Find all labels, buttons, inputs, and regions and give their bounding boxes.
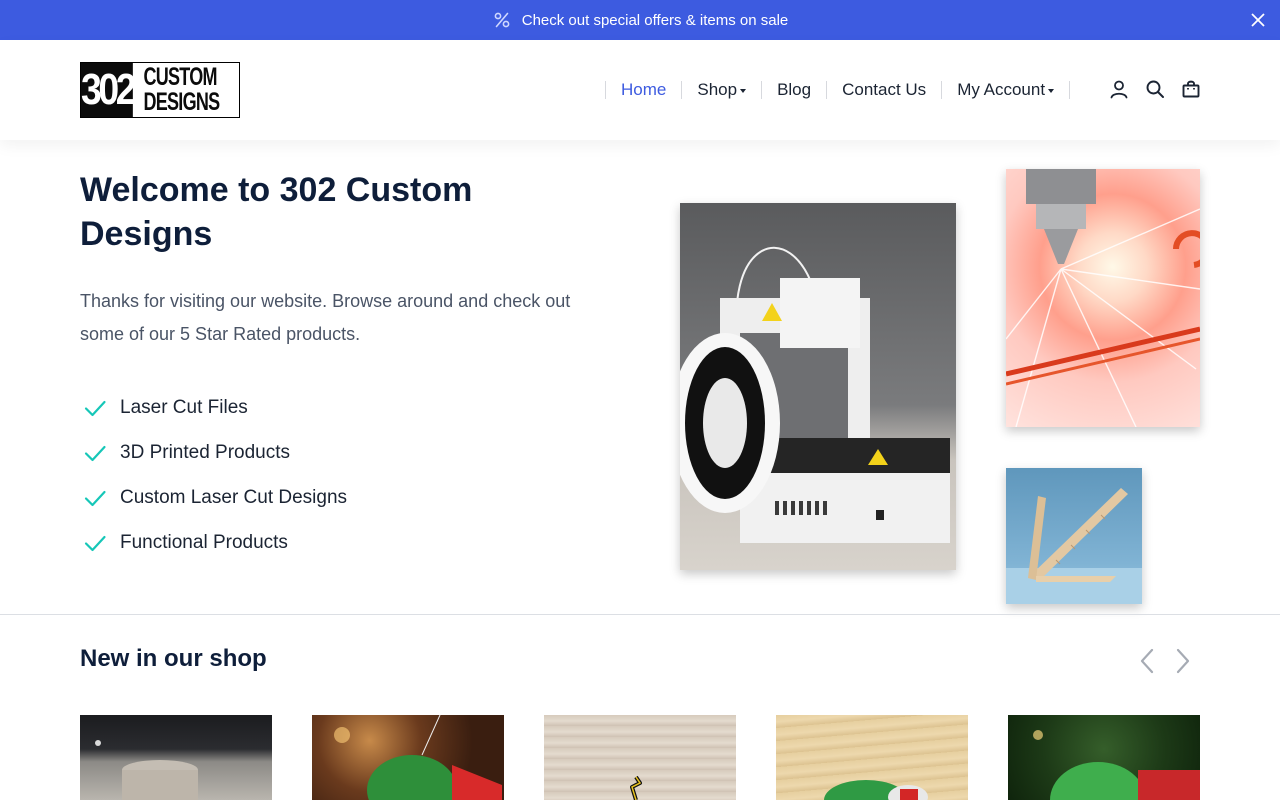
cart-icon[interactable] (1180, 78, 1202, 100)
site-logo[interactable]: 302 CUSTOM DESIGNS (80, 62, 240, 118)
feature-label: Laser Cut Files (120, 396, 248, 418)
nav-item-my-account[interactable]: My Account (941, 80, 1071, 99)
feature-list: Laser Cut Files 3D Printed Products Cust… (80, 385, 347, 565)
check-icon (80, 528, 110, 558)
caret-down-icon (740, 89, 747, 93)
feature-label: Custom Laser Cut Designs (120, 486, 348, 508)
logo-line-2: DESIGNS (143, 88, 221, 116)
feature-item: Functional Products (80, 520, 347, 565)
product-image[interactable] (544, 715, 736, 800)
feature-label: 3D Printed Products (120, 441, 291, 463)
nav-item-blog[interactable]: Blog (761, 80, 826, 99)
product-image[interactable] (312, 715, 504, 800)
header-icons (1108, 78, 1202, 100)
caret-down-icon (1048, 89, 1055, 93)
nav-item-contact[interactable]: Contact Us (826, 80, 941, 99)
feature-label: Functional Products (120, 531, 288, 553)
logo-number: 302 (81, 63, 137, 117)
carousel-controls (1136, 646, 1194, 676)
announcement-text[interactable]: Check out special offers & items on sale (522, 12, 789, 29)
nav-label-contact: Contact Us (842, 80, 927, 99)
product-image[interactable] (1008, 715, 1200, 800)
close-icon[interactable] (1248, 10, 1268, 30)
product-image[interactable] (80, 715, 272, 800)
check-icon (80, 393, 110, 423)
feature-item: Laser Cut Files (80, 385, 347, 430)
nav-label-shop: Shop (697, 80, 738, 99)
nav-label-blog: Blog (777, 80, 812, 99)
main-nav: Home Shop Blog Contact Us My Account (605, 40, 1071, 140)
nav-label-home: Home (621, 80, 667, 99)
laser-cutter-photo (1006, 169, 1200, 427)
wooden-ruler-photo (1006, 468, 1142, 604)
chevron-left-icon[interactable] (1136, 646, 1158, 676)
site-header: 302 CUSTOM DESIGNS Home Shop Blog Contac… (0, 40, 1280, 140)
check-icon (80, 483, 110, 513)
account-icon[interactable] (1108, 78, 1130, 100)
hero-title: Welcome to 302 Custom Designs (80, 171, 473, 253)
percent-icon (492, 10, 512, 30)
logo-words: CUSTOM DESIGNS (142, 63, 221, 117)
nav-item-home[interactable]: Home (605, 80, 681, 99)
feature-item: 3D Printed Products (80, 430, 347, 475)
nav-item-shop[interactable]: Shop (681, 80, 761, 99)
section-divider (0, 614, 1280, 615)
product-carousel (80, 715, 1200, 800)
shop-section-title: New in our shop (80, 645, 267, 672)
feature-item: Custom Laser Cut Designs (80, 475, 347, 520)
logo-line-1: CUSTOM (143, 63, 218, 91)
search-icon[interactable] (1144, 78, 1166, 100)
nav-label-my-account: My Account (957, 80, 1046, 99)
hero-text: Thanks for visiting our website. Browse … (80, 291, 571, 344)
product-image[interactable] (776, 715, 968, 800)
check-icon (80, 438, 110, 468)
3d-printer-photo (680, 203, 956, 570)
announcement-bar: Check out special offers & items on sale (0, 0, 1280, 40)
chevron-right-icon[interactable] (1172, 646, 1194, 676)
